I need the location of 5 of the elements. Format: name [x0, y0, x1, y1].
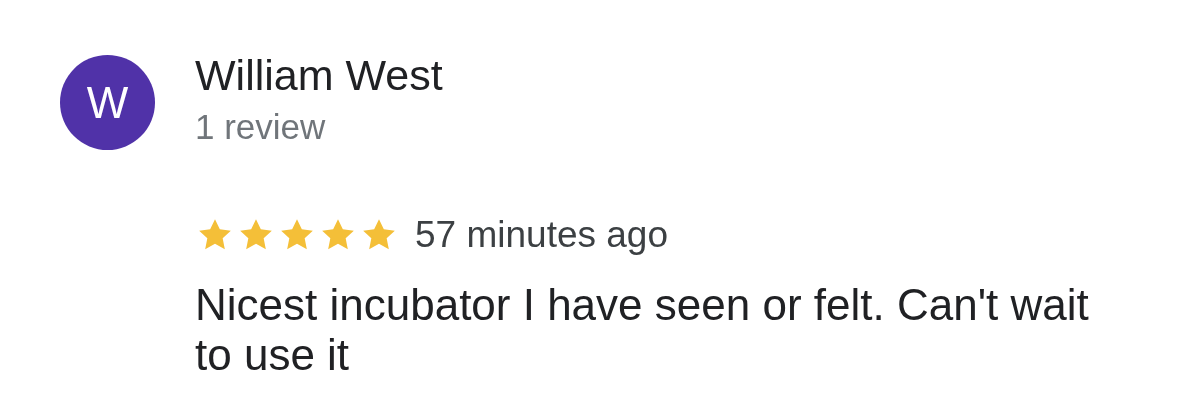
- review-count: 1 review: [195, 107, 326, 147]
- review-text: Nicest incubator I have seen or felt. Can't wait to use it: [195, 280, 1090, 380]
- reviewer-name: William West: [195, 51, 443, 99]
- avatar: W: [60, 55, 155, 150]
- review-time: 57 minutes ago: [415, 215, 668, 255]
